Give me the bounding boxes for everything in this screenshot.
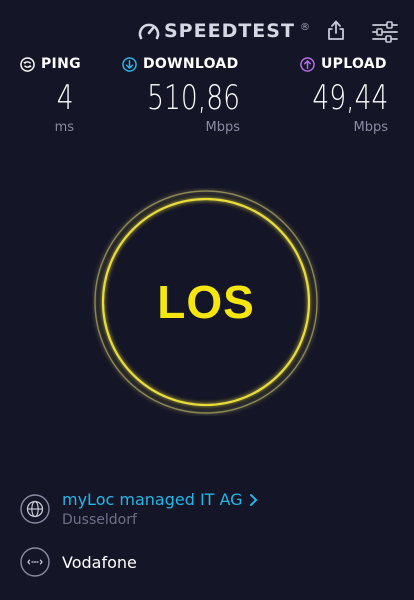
start-test-label: LOS <box>157 276 255 328</box>
carrier-info[interactable]: Vodafone <box>20 547 137 577</box>
ping-header: PING <box>20 56 81 72</box>
upload-header: UPLOAD <box>300 56 387 72</box>
header: SPEEDTEST ® <box>0 18 414 46</box>
speedtest-logo: SPEEDTEST ® <box>138 20 310 42</box>
carrier-text: Vodafone <box>62 553 137 572</box>
upload-value: 49,44 <box>312 78 388 118</box>
server-text: myLoc managed IT AG Dusseldorf <box>62 490 259 528</box>
globe-icon <box>20 494 50 524</box>
start-test-button[interactable]: LOS <box>92 188 320 416</box>
ping-value: 4 <box>57 78 74 118</box>
ping-unit: ms <box>54 120 74 135</box>
speedtest-app: SPEEDTEST ® PING 4 ms DOWNLOAD 510,86 Mb… <box>0 0 414 600</box>
ping-label: PING <box>41 56 81 72</box>
logo-text: SPEEDTEST <box>164 20 295 42</box>
server-location: Dusseldorf <box>62 512 137 528</box>
gauge-icon <box>138 23 160 40</box>
upload-label: UPLOAD <box>321 56 387 72</box>
upload-unit: Mbps <box>353 120 389 135</box>
download-arrow-icon <box>122 56 137 72</box>
upload-arrow-icon <box>300 56 315 72</box>
download-metric: DOWNLOAD <box>122 56 239 72</box>
upload-metric: UPLOAD <box>300 56 387 72</box>
download-unit: Mbps <box>205 120 241 135</box>
carrier-name: Vodafone <box>62 553 137 572</box>
server-name[interactable]: myLoc managed IT AG <box>62 490 243 509</box>
connection-icon <box>20 547 50 577</box>
registered-mark: ® <box>299 22 310 33</box>
server-info[interactable]: myLoc managed IT AG Dusseldorf <box>20 490 259 528</box>
download-header: DOWNLOAD <box>122 56 239 72</box>
settings-button[interactable] <box>371 20 399 44</box>
chevron-right-icon[interactable] <box>249 493 259 507</box>
ping-icon <box>20 56 35 72</box>
sliders-icon <box>372 21 398 43</box>
ping-metric: PING <box>20 56 81 72</box>
download-value: 510,86 <box>147 78 240 118</box>
download-label: DOWNLOAD <box>143 56 239 72</box>
share-button[interactable] <box>324 18 348 42</box>
share-icon <box>328 20 344 40</box>
server-link[interactable]: myLoc managed IT AG <box>62 490 259 509</box>
